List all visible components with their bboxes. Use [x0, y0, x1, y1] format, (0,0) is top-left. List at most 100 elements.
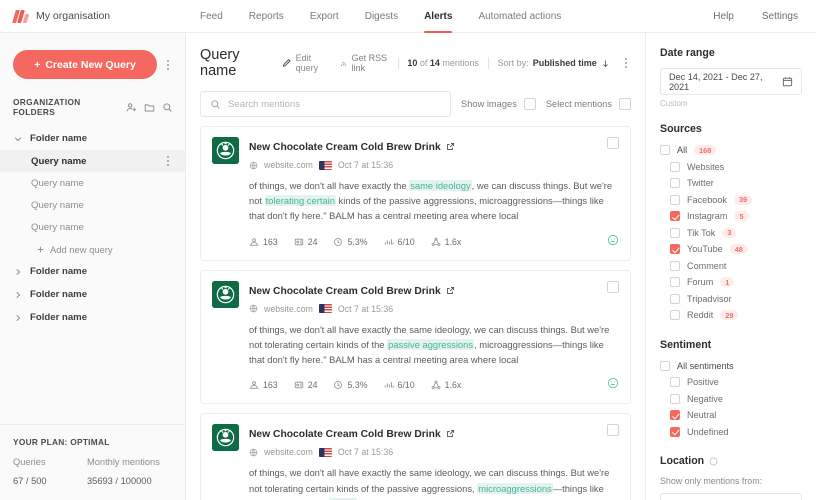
edit-query-button[interactable]: Edit query	[282, 53, 333, 73]
sort-by-control[interactable]: Sort by: Published time	[498, 58, 610, 68]
mention-card[interactable]: New Chocolate Cream Cold Brew Drink websi…	[200, 126, 631, 261]
query-row[interactable]: Query name	[0, 194, 185, 216]
checkbox[interactable]	[670, 211, 680, 222]
show-images-toggle[interactable]: Show images	[461, 98, 536, 110]
checkbox[interactable]	[670, 194, 680, 205]
checkbox[interactable]	[670, 178, 680, 189]
folder-row[interactable]: Folder name	[0, 127, 185, 150]
create-new-query-button[interactable]: + Create New Query	[13, 50, 157, 79]
location-field[interactable]	[660, 493, 802, 500]
mention-sentiment-button[interactable]	[607, 376, 619, 394]
nav-item-digests[interactable]: Digests	[365, 0, 398, 33]
nav-item-automated-actions[interactable]: Automated actions	[478, 0, 561, 33]
nav-item-reports[interactable]: Reports	[249, 0, 284, 33]
checkbox[interactable]	[670, 227, 680, 238]
add-new-query-button[interactable]: Add new query	[0, 238, 185, 260]
filter-option-all-sentiments[interactable]: All sentiments	[660, 358, 802, 375]
filter-option-comment[interactable]: Comment	[660, 258, 802, 275]
date-range-field[interactable]: Dec 14, 2021 - Dec 27, 2021	[660, 68, 802, 95]
folder-icon[interactable]	[144, 102, 155, 113]
mention-title[interactable]: New Chocolate Cream Cold Brew Drink	[249, 286, 441, 297]
mentions-icon	[294, 382, 303, 389]
mentions-feed[interactable]: New Chocolate Cream Cold Brew Drink websi…	[200, 126, 631, 500]
plus-icon	[37, 246, 44, 252]
nav-item-settings[interactable]: Settings	[762, 0, 798, 33]
filter-option-neutral[interactable]: Neutral	[660, 407, 802, 424]
filter-option-twitter[interactable]: Twitter	[660, 175, 802, 192]
plan-queries-value: 67 / 500	[13, 476, 47, 486]
mention-card[interactable]: New Chocolate Cream Cold Brew Drink websi…	[200, 413, 631, 500]
divider	[487, 57, 489, 69]
mention-card[interactable]: New Chocolate Cream Cold Brew Drink websi…	[200, 269, 631, 405]
mention-select-checkbox[interactable]	[607, 137, 619, 149]
app-root: My organisation Feed Reports Export Digests…	[0, 0, 816, 500]
checkbox[interactable]	[660, 360, 670, 371]
nav-item-export[interactable]: Export	[310, 0, 339, 33]
main-more-options-icon[interactable]	[621, 54, 631, 72]
external-link-icon[interactable]	[446, 142, 455, 151]
rss-label: Get RSS link	[351, 53, 388, 73]
brand[interactable]: My organisation	[0, 9, 186, 23]
query-label: Query name	[31, 221, 84, 233]
search-mentions-field[interactable]	[200, 91, 452, 117]
search-input[interactable]	[228, 98, 442, 110]
checkbox[interactable]	[670, 310, 680, 321]
filter-option-websites[interactable]: Websites	[660, 159, 802, 176]
external-link-icon[interactable]	[446, 286, 455, 295]
get-rss-link-button[interactable]: Get RSS link	[341, 53, 388, 73]
filter-option-forum[interactable]: Forum 1	[660, 274, 802, 291]
filter-option-positive[interactable]: Positive	[660, 374, 802, 391]
filter-option-tik-tok[interactable]: Tik Tok 3	[660, 225, 802, 242]
checkbox[interactable]	[670, 410, 680, 421]
mention-title[interactable]: New Chocolate Cream Cold Brew Drink	[249, 142, 441, 153]
checkbox[interactable]	[670, 161, 680, 172]
checkbox[interactable]	[660, 145, 670, 156]
checkbox[interactable]	[670, 244, 680, 255]
nav-item-alerts[interactable]: Alerts	[424, 0, 453, 33]
sidebar-more-options-icon[interactable]	[161, 56, 175, 74]
checkbox[interactable]	[670, 260, 680, 271]
query-label: Query name	[31, 199, 84, 211]
filter-option-youtube[interactable]: YouTube 48	[660, 241, 802, 258]
select-mentions-checkbox[interactable]	[619, 98, 631, 110]
checkbox[interactable]	[670, 277, 680, 288]
filter-option-tripadvisor[interactable]: Tripadvisor	[660, 291, 802, 308]
checkbox[interactable]	[670, 393, 680, 404]
mention-meta: website.com Oct 7 at 15:36	[249, 447, 619, 457]
query-row[interactable]: Query name	[0, 172, 185, 194]
checkbox[interactable]	[670, 293, 680, 304]
nav-item-help[interactable]: Help	[713, 0, 734, 33]
mention-select-checkbox[interactable]	[607, 280, 619, 293]
chevron-down-icon	[14, 136, 22, 141]
filter-option-undefined[interactable]: Undefined	[660, 424, 802, 441]
info-icon[interactable]	[709, 457, 718, 466]
add-user-icon[interactable]	[126, 102, 137, 113]
chevron-right-icon	[16, 291, 21, 298]
folder-row[interactable]: Folder name	[0, 306, 185, 329]
checkbox[interactable]	[670, 426, 680, 437]
sentiment-smiley-icon[interactable]	[607, 234, 619, 246]
search-icon[interactable]	[162, 102, 173, 113]
checkbox[interactable]	[670, 377, 680, 388]
filter-option-instagram[interactable]: Instagram 5	[660, 208, 802, 225]
metric-value: 6/10	[397, 236, 415, 247]
query-more-options-icon[interactable]	[161, 152, 175, 170]
filter-option-facebook[interactable]: Facebook 39	[660, 192, 802, 209]
metric-engagement: 5.3%	[333, 237, 368, 247]
mention-select-checkbox[interactable]	[607, 424, 619, 437]
show-images-checkbox[interactable]	[523, 98, 536, 110]
external-link-icon[interactable]	[446, 429, 455, 438]
folder-row[interactable]: Folder name	[0, 260, 185, 283]
nav-item-feed[interactable]: Feed	[200, 0, 223, 33]
sentiment-smiley-icon[interactable]	[607, 377, 619, 389]
query-row[interactable]: Query name	[0, 150, 185, 172]
filter-option-all[interactable]: All 168	[660, 142, 802, 159]
folder-row[interactable]: Folder name	[0, 283, 185, 306]
filter-option-negative[interactable]: Negative	[660, 391, 802, 408]
mention-sentiment-button[interactable]	[607, 233, 619, 251]
mention-title[interactable]: New Chocolate Cream Cold Brew Drink	[249, 429, 441, 440]
filter-option-reddit[interactable]: Reddit 29	[660, 307, 802, 324]
query-row[interactable]: Query name	[0, 216, 185, 238]
select-mentions-toggle[interactable]: Select mentions	[546, 98, 631, 110]
sources-section: Sources All 168 Websites Twitter Facebook 39 I…	[660, 123, 802, 324]
